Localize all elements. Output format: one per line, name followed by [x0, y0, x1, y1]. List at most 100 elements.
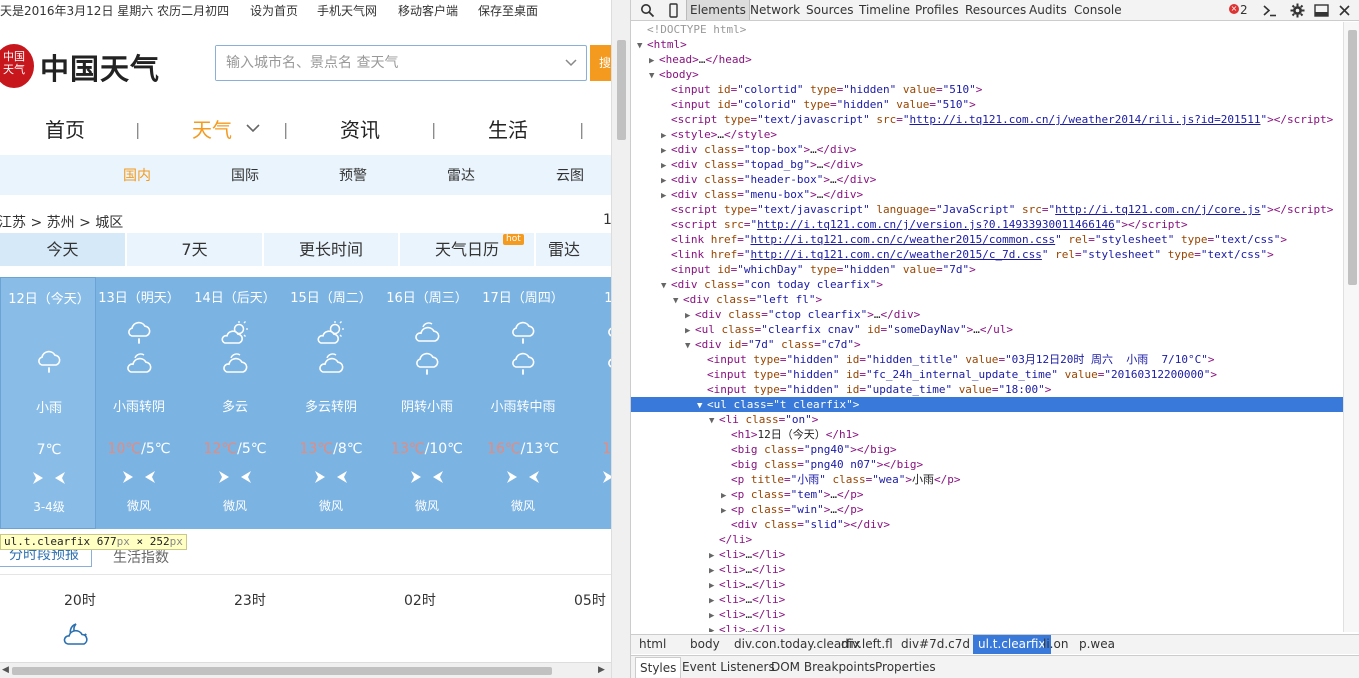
tab-7days[interactable]: 7天 [127, 233, 264, 266]
dom-node[interactable]: <input id="whichDay" type="hidden" value… [631, 262, 1343, 277]
tab-life-index[interactable]: 生活指数 [113, 547, 169, 567]
pane-properties[interactable]: Properties [875, 656, 936, 678]
tab-hourly-forecast[interactable]: 分时段预报 [0, 547, 92, 567]
forecast-day[interactable]: 12日（今天） 小雨 7℃ 3-4级 [0, 277, 96, 529]
dom-node[interactable]: ▼ <div class="left fl"> [631, 292, 1343, 307]
pane-event-listeners[interactable]: Event Listeners [682, 656, 775, 678]
dom-tree-scrollbar[interactable] [1343, 22, 1359, 632]
dom-node[interactable]: ▶ <div class="header-box">…</div> [631, 172, 1343, 187]
console-drawer-icon[interactable] [1262, 3, 1277, 18]
tab-elements[interactable]: Elements [686, 0, 750, 20]
dock-side-icon[interactable] [1314, 3, 1329, 18]
dom-node[interactable]: <script src="http://i.tq121.com.cn/j/ver… [631, 217, 1343, 232]
dom-node[interactable]: <input type="hidden" id="hidden_title" v… [631, 352, 1343, 367]
dom-node[interactable]: <h1>12日（今天）</h1> [631, 427, 1343, 442]
chevron-down-icon[interactable] [245, 122, 261, 134]
scrollbar-thumb[interactable] [617, 40, 626, 140]
dom-breadcrumb-item[interactable]: div.left.fl [841, 635, 893, 654]
forecast-day[interactable]: 17日（周四） 小雨转中雨 16℃/13℃ 微风 [475, 277, 571, 529]
dom-breadcrumb-item[interactable]: div#7d.c7d [901, 635, 970, 654]
dom-node[interactable]: ▼ <div id="7d" class="c7d"> [631, 337, 1343, 352]
error-count[interactable]: 2 [1240, 0, 1248, 20]
search-box[interactable] [215, 45, 587, 81]
dom-node[interactable]: <script type="text/javascript" language=… [631, 202, 1343, 217]
forecast-day[interactable]: 14日（后天） 多云 12℃/5℃ 微风 [187, 277, 283, 529]
dom-node[interactable]: <input id="colortid" type="hidden" value… [631, 82, 1343, 97]
nav-news[interactable]: 资讯 [340, 114, 380, 143]
mobile-weather-link[interactable]: 手机天气网 [317, 0, 377, 22]
breadcrumb-province[interactable]: 江苏 [0, 215, 26, 231]
dom-node[interactable]: ▶ <div class="ctop clearfix">…</div> [631, 307, 1343, 322]
dom-node[interactable]: <big class="png40"></big> [631, 442, 1343, 457]
pane-styles[interactable]: Styles [635, 657, 682, 678]
scrollbar-thumb[interactable] [12, 667, 552, 675]
dom-node[interactable]: ▶ <p class="win">…</p> [631, 502, 1343, 517]
tab-longer[interactable]: 更长时间 [264, 233, 400, 266]
tab-console[interactable]: Console [1074, 0, 1122, 20]
dom-node[interactable]: ▶ <div class="top-box">…</div> [631, 142, 1343, 157]
tab-audits[interactable]: Audits [1029, 0, 1067, 20]
forecast-day[interactable]: 15日（周二） 多云转阴 13℃/8℃ 微风 [283, 277, 379, 529]
dom-node[interactable]: ▶ <li>…</li> [631, 562, 1343, 577]
subnav-radar[interactable]: 雷达 [447, 165, 475, 185]
tab-today[interactable]: 今天 [0, 233, 127, 266]
breadcrumb-city[interactable]: 苏州 [47, 215, 75, 231]
close-icon[interactable] [1337, 3, 1352, 18]
error-icon[interactable]: × [1229, 4, 1239, 14]
subnav-cloud-map[interactable]: 云图 [556, 165, 584, 185]
mobile-client-link[interactable]: 移动客户端 [398, 0, 458, 22]
dom-node[interactable]: ▼ <body> [631, 67, 1343, 82]
dom-node[interactable]: ▶ <li>…</li> [631, 577, 1343, 592]
scroll-right-icon[interactable]: ▶ [598, 665, 605, 675]
dom-node[interactable]: ▶ <ul class="clearfix cnav" id="someDayNa… [631, 322, 1343, 337]
dom-breadcrumb-item[interactable]: p.wea [1079, 635, 1115, 654]
horizontal-scrollbar[interactable]: ◀ ▶ [0, 662, 611, 678]
tab-sources[interactable]: Sources [806, 0, 853, 20]
gear-icon[interactable] [1290, 3, 1305, 18]
nav-weather[interactable]: 天气 [192, 114, 232, 143]
dom-node[interactable]: ▶ <li>…</li> [631, 592, 1343, 607]
search-icon[interactable] [640, 3, 655, 18]
site-logo[interactable]: 中国 天气 中国天气 [0, 42, 170, 92]
dom-node[interactable]: <input id="colorid" type="hidden" value=… [631, 97, 1343, 112]
dom-node[interactable]: ▶ <head>…</head> [631, 52, 1343, 67]
set-homepage-link[interactable]: 设为首页 [250, 0, 298, 22]
dom-node[interactable]: ▼ <html> [631, 37, 1343, 52]
nav-home[interactable]: 首页 [45, 114, 85, 143]
tab-radar[interactable]: 雷达 [536, 233, 611, 266]
dom-node[interactable]: ▶ <li>…</li> [631, 607, 1343, 622]
subnav-international[interactable]: 国际 [231, 165, 259, 185]
dom-node[interactable]: </li> [631, 532, 1343, 547]
dom-node[interactable]: ▶ <p class="tem">…</p> [631, 487, 1343, 502]
dom-node[interactable]: ▶ <div class="menu-box">…</div> [631, 187, 1343, 202]
subnav-domestic[interactable]: 国内 [123, 165, 151, 185]
chevron-down-icon[interactable] [564, 55, 578, 69]
nav-life[interactable]: 生活 [488, 114, 528, 143]
dom-node[interactable]: <!DOCTYPE html> [631, 22, 1343, 37]
dom-breadcrumb-item[interactable]: body [690, 635, 720, 654]
dom-breadcrumb-item[interactable]: li.on [1043, 635, 1068, 654]
dom-breadcrumb-item[interactable]: ul.t.clearfix [973, 635, 1051, 654]
dom-node[interactable]: <div class="slid"></div> [631, 517, 1343, 532]
collapse-triangle-icon[interactable]: ▶ [709, 624, 719, 632]
search-input[interactable] [216, 46, 546, 80]
dom-node-selected[interactable]: ▼ <ul class="t clearfix"> [631, 397, 1343, 412]
device-mode-icon[interactable] [666, 3, 681, 18]
dom-breadcrumb-item[interactable]: html [639, 635, 666, 654]
tab-profiles[interactable]: Profiles [915, 0, 959, 20]
forecast-day[interactable]: 18日小 18℃ 微 [571, 277, 611, 529]
dom-node[interactable]: ▶ <style>…</style> [631, 127, 1343, 142]
dom-node[interactable]: <script type="text/javascript" src="http… [631, 112, 1343, 127]
dom-node[interactable]: ▼ <div class="con today clearfix"> [631, 277, 1343, 292]
tab-resources[interactable]: Resources [965, 0, 1026, 20]
tab-network[interactable]: Network [750, 0, 800, 20]
dom-node[interactable]: ▶ <div class="topad_bg">…</div> [631, 157, 1343, 172]
dom-node[interactable]: ▶ <li>…</li> [631, 622, 1343, 632]
dom-node[interactable]: <input type="hidden" id="update_time" va… [631, 382, 1343, 397]
pane-dom-breakpoints[interactable]: DOM Breakpoints [771, 656, 875, 678]
forecast-day[interactable]: 13日（明天） 小雨转阴 10℃/5℃ 微风 [91, 277, 187, 529]
subnav-warning[interactable]: 预警 [339, 165, 367, 185]
dom-node[interactable]: <link href="http://i.tq121.com.cn/c/weat… [631, 247, 1343, 262]
dom-node[interactable]: <p title="小雨" class="wea">小雨</p> [631, 472, 1343, 487]
dom-node[interactable]: ▶ <li>…</li> [631, 547, 1343, 562]
